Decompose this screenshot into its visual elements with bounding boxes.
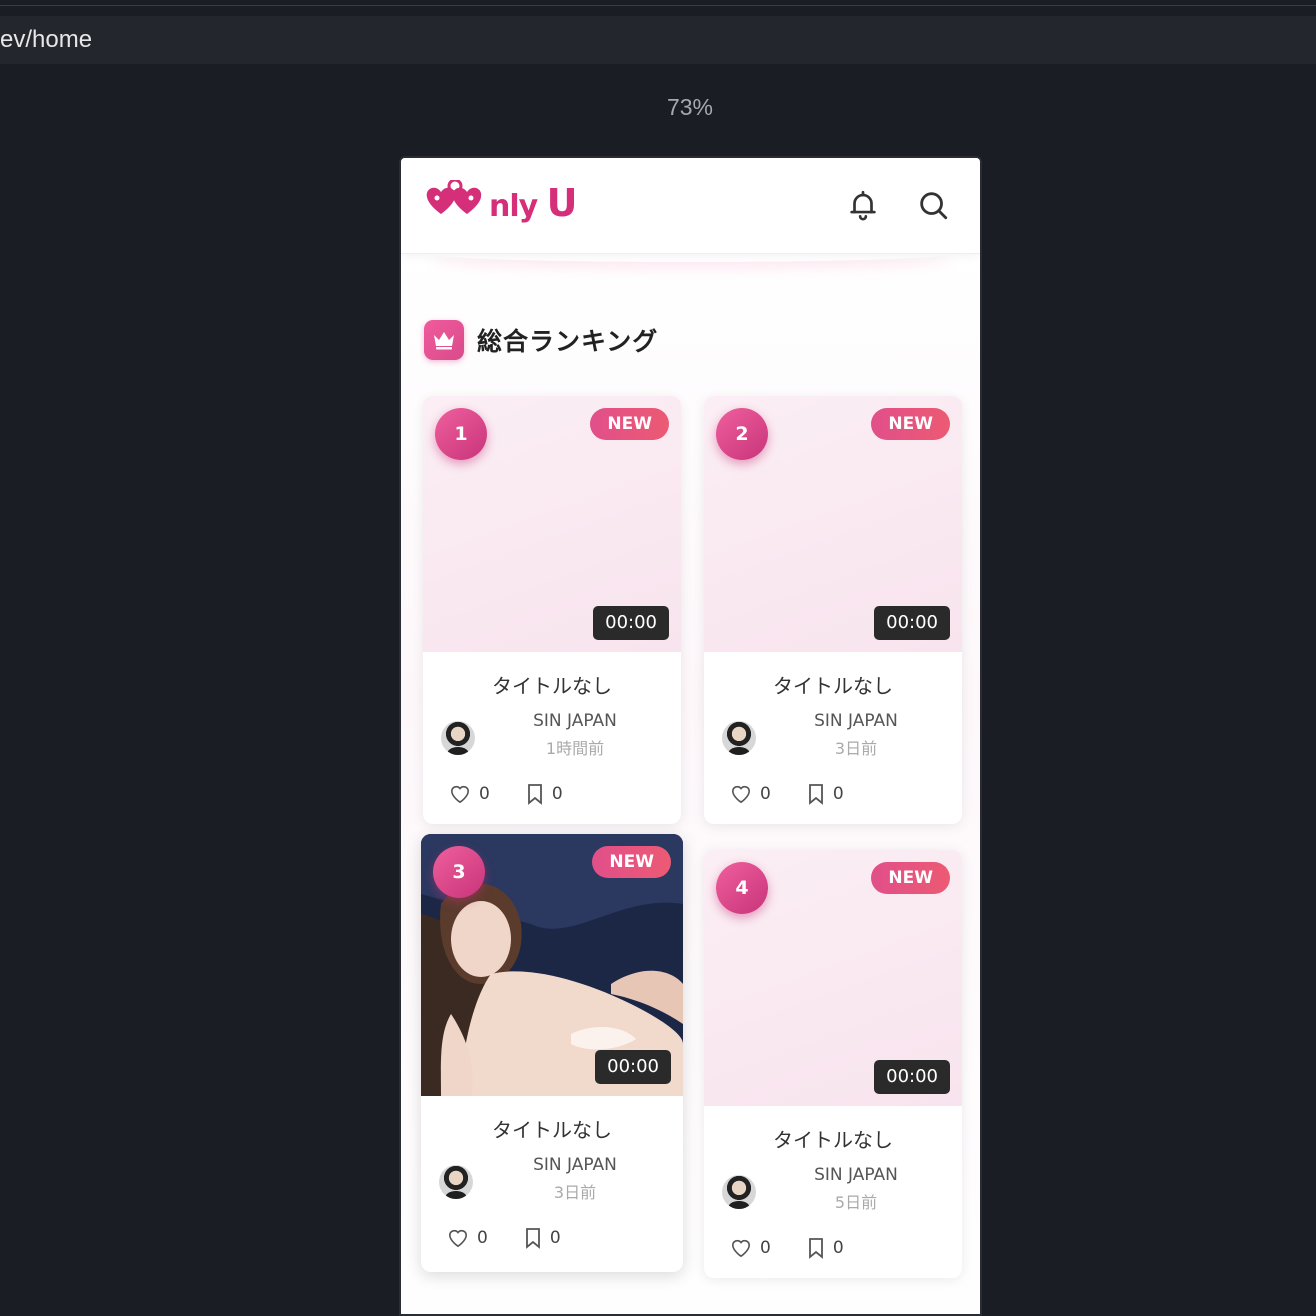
like-count: 0 [760, 1238, 771, 1258]
bookmark-button[interactable]: 0 [526, 783, 563, 805]
new-badge: NEW [592, 846, 671, 878]
rank-badge: 3 [433, 846, 485, 898]
bookmark-button[interactable]: 0 [807, 783, 844, 805]
duration-label: 00:00 [874, 606, 950, 640]
address-bar[interactable]: ev/home [0, 16, 1316, 64]
zoom-level: 73% [666, 94, 714, 120]
bookmark-icon [527, 784, 542, 805]
video-card[interactable]: 3 NEW 00:00 タイトルなし SIN JAPAN 3日前 0 0 [421, 834, 683, 1272]
search-icon[interactable] [916, 188, 950, 222]
rank-badge: 2 [716, 408, 768, 460]
card-stats: 0 0 [423, 771, 681, 817]
ranking-section-header: 総合ランキング [424, 320, 658, 360]
video-title[interactable]: タイトルなし [423, 670, 681, 699]
bookmark-button[interactable]: 0 [524, 1227, 561, 1249]
bookmark-count: 0 [549, 1228, 561, 1248]
video-card[interactable]: 2 NEW 00:00 タイトルなし SIN JAPAN 3日前 0 0 [704, 396, 962, 824]
video-title[interactable]: タイトルなし [421, 1114, 683, 1143]
video-title[interactable]: タイトルなし [704, 1124, 962, 1153]
creator-info[interactable]: SIN JAPAN 1時間前 [423, 711, 681, 763]
post-time: 3日前 [834, 739, 878, 758]
app-header: nly U [401, 158, 980, 254]
duration-label: 00:00 [874, 1060, 950, 1094]
bookmark-count: 0 [551, 784, 563, 804]
like-count: 0 [760, 784, 771, 804]
bookmark-icon [808, 784, 823, 805]
duration-label: 00:00 [595, 1050, 671, 1084]
duration-label: 00:00 [593, 606, 669, 640]
video-title[interactable]: タイトルなし [704, 670, 962, 699]
video-card[interactable]: 1 NEW 00:00 タイトルなし SIN JAPAN 1時間前 0 0 [423, 396, 681, 824]
bookmark-count: 0 [832, 1238, 844, 1258]
heart-icon [448, 1229, 468, 1248]
creator-name: SIN JAPAN [533, 1155, 617, 1175]
like-button[interactable]: 0 [730, 784, 771, 804]
creator-name: SIN JAPAN [814, 1165, 898, 1185]
url-text: ev/home [0, 26, 93, 53]
video-thumbnail[interactable]: 2 NEW 00:00 [704, 396, 962, 652]
creator-name: SIN JAPAN [814, 711, 898, 731]
section-title: 総合ランキング [477, 327, 659, 356]
card-stats: 0 0 [704, 771, 962, 817]
bookmark-count: 0 [832, 784, 844, 804]
post-time: 1時間前 [545, 739, 605, 758]
card-stats: 0 0 [704, 1225, 962, 1271]
logo-text: nly U [489, 181, 578, 225]
creator-info[interactable]: SIN JAPAN 5日前 [704, 1165, 962, 1217]
new-badge: NEW [590, 408, 669, 440]
post-time: 3日前 [553, 1183, 597, 1202]
home-content: 総合ランキング 1 NEW 00:00 タイトルなし SIN JAPAN 1時間… [401, 254, 980, 1314]
bookmark-icon [808, 1238, 823, 1259]
bookmark-button[interactable]: 0 [807, 1237, 844, 1259]
new-badge: NEW [871, 862, 950, 894]
crown-icon [424, 320, 464, 360]
video-thumbnail[interactable]: 1 NEW 00:00 [423, 396, 681, 652]
like-button[interactable]: 0 [449, 784, 490, 804]
device-frame: nly U 総合ランキング 1 NEW 00:00 タイトルなし SIN JAP… [399, 156, 982, 1316]
video-thumbnail[interactable]: 4 NEW 00:00 [704, 850, 962, 1106]
post-time: 5日前 [834, 1193, 878, 1212]
like-button[interactable]: 0 [447, 1228, 488, 1248]
video-thumbnail[interactable]: 3 NEW 00:00 [421, 834, 683, 1096]
card-stats: 0 0 [421, 1215, 683, 1261]
video-card[interactable]: 4 NEW 00:00 タイトルなし SIN JAPAN 5日前 0 0 [704, 850, 962, 1278]
heart-icon [731, 1239, 751, 1258]
browser-top-border [0, 0, 1316, 6]
like-button[interactable]: 0 [730, 1238, 771, 1258]
logo-hearts-icon [426, 180, 482, 214]
heart-icon [731, 785, 751, 804]
logo[interactable]: nly U [425, 178, 578, 228]
like-count: 0 [479, 784, 490, 804]
new-badge: NEW [871, 408, 950, 440]
rank-badge: 4 [716, 862, 768, 914]
heart-icon [450, 785, 470, 804]
bookmark-icon [525, 1228, 540, 1249]
creator-info[interactable]: SIN JAPAN 3日前 [704, 711, 962, 763]
rank-badge: 1 [435, 408, 487, 460]
creator-info[interactable]: SIN JAPAN 3日前 [421, 1155, 683, 1207]
bell-icon[interactable] [846, 188, 880, 222]
creator-name: SIN JAPAN [533, 711, 617, 731]
like-count: 0 [477, 1228, 488, 1248]
